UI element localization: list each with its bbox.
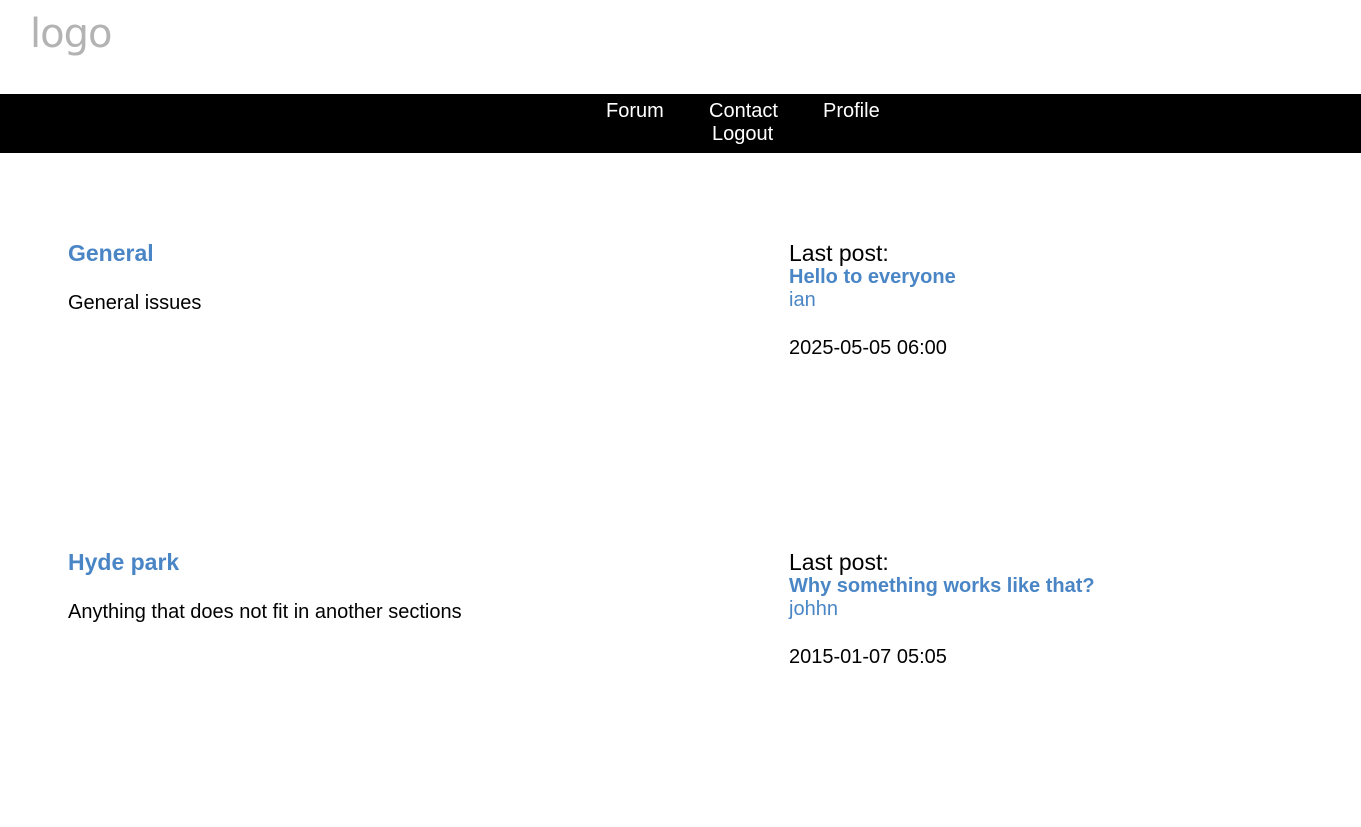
nav-forum-link[interactable]: Forum — [606, 100, 664, 123]
section-title-link[interactable]: General — [68, 240, 154, 267]
logo[interactable]: logo — [30, 14, 112, 54]
last-post-title-link[interactable]: Why something works like that? — [789, 575, 1095, 598]
nav-profile-link[interactable]: Profile — [823, 100, 880, 123]
last-post-user-link[interactable]: ian — [789, 289, 816, 312]
main-nav: Forum Contact Profile Logout — [0, 94, 1361, 153]
forum-section: General General issues Last post: Hello … — [0, 238, 1361, 438]
section-description: General issues — [68, 292, 202, 314]
last-post-label: Last post: — [789, 549, 889, 575]
last-post-user-link[interactable]: johhn — [789, 598, 838, 621]
forum-section: Hyde park Anything that does not fit in … — [0, 547, 1361, 747]
nav-logout-link[interactable]: Logout — [712, 123, 773, 146]
section-title-link[interactable]: Hyde park — [68, 549, 179, 576]
site-header: logo — [0, 0, 1361, 94]
last-post-label: Last post: — [789, 240, 889, 266]
last-post-date: 2015-01-07 05:05 — [789, 646, 947, 668]
last-post-title-link[interactable]: Hello to everyone — [789, 266, 956, 289]
section-description: Anything that does not fit in another se… — [68, 601, 462, 623]
last-post-date: 2025-05-05 06:00 — [789, 337, 947, 359]
nav-contact-link[interactable]: Contact — [709, 100, 778, 123]
